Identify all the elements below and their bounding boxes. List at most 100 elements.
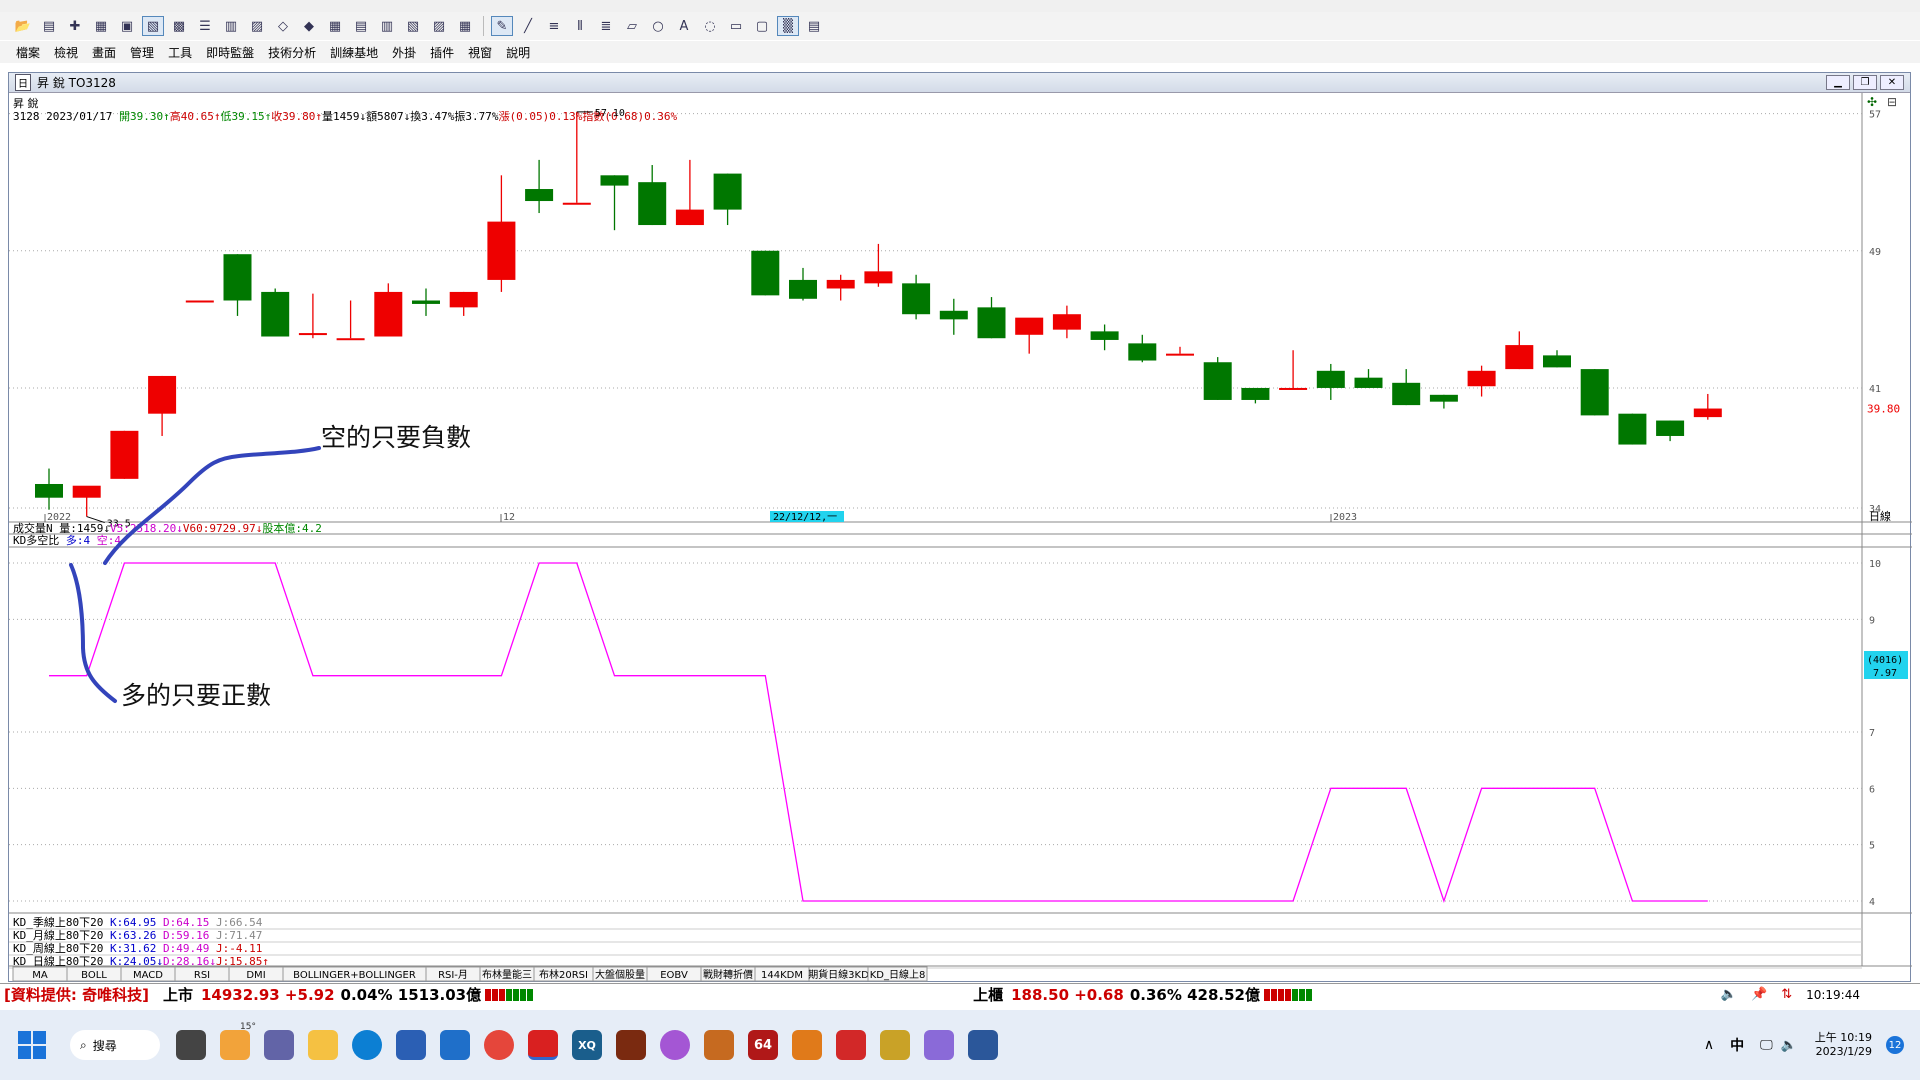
status-bar: [資料提供: 奇唯科技] 上市 14932.93 +5.92 0.04% 151… bbox=[0, 983, 1920, 1005]
toolbar-tool-icon-28[interactable]: ▭ bbox=[725, 16, 747, 36]
teams-icon[interactable] bbox=[264, 1030, 294, 1060]
toolbar-tool-icon-22[interactable]: ⫴ bbox=[569, 16, 591, 36]
trading-app-icon[interactable] bbox=[528, 1030, 558, 1060]
toolbar-tool-icon-17[interactable]: ▦ bbox=[454, 16, 476, 36]
menu-item-0[interactable]: 檔案 bbox=[16, 44, 40, 61]
toolbar-tool-icon-20[interactable]: ╱ bbox=[517, 16, 539, 36]
tray-chevron-icon[interactable]: ∧ bbox=[1704, 1037, 1714, 1053]
candle-body bbox=[977, 307, 1006, 339]
menu-item-6[interactable]: 技術分析 bbox=[268, 44, 316, 61]
toolbar-tool-icon-29[interactable]: ▢ bbox=[751, 16, 773, 36]
store-icon[interactable] bbox=[396, 1030, 426, 1060]
app-icon-orange[interactable] bbox=[704, 1030, 734, 1060]
menu-bar: 檔案 檢視 畫面 管理 工具 即時監盤 技術分析 訓練基地 外掛 插件 視窗 說明 bbox=[0, 41, 1920, 63]
menu-item-1[interactable]: 檢視 bbox=[54, 44, 78, 61]
xq-icon-label: XQ bbox=[578, 1038, 596, 1052]
network-icon[interactable]: 🖵 bbox=[1760, 1038, 1773, 1053]
candle-body bbox=[1467, 370, 1496, 387]
candle-body bbox=[1166, 353, 1194, 356]
notification-count: 12 bbox=[1888, 1039, 1902, 1051]
toolbar-tool-icon-16[interactable]: ▨ bbox=[428, 16, 450, 36]
expand-icon[interactable]: ✣ bbox=[1867, 95, 1877, 109]
toolbar-tool-icon-24[interactable]: ▱ bbox=[621, 16, 643, 36]
chart-canvas[interactable]: 574941341097654昇 銳3128 2023/01/17 開39.30… bbox=[9, 73, 1912, 983]
kd-indicator-line: KD_日線上80下20 K:24.05↓D:28.16↓J:15.85↑ bbox=[13, 954, 269, 968]
app-icon-violet[interactable] bbox=[924, 1030, 954, 1060]
notification-badge[interactable]: 12 bbox=[1886, 1036, 1904, 1054]
toolbar-tool-icon-11[interactable]: ◆ bbox=[298, 16, 320, 36]
candle-body bbox=[1392, 382, 1421, 406]
toolbar-tool-icon-23[interactable]: ≣ bbox=[595, 16, 617, 36]
menu-item-8[interactable]: 外掛 bbox=[392, 44, 416, 61]
toolbar-tool-icon-15[interactable]: ▧ bbox=[402, 16, 424, 36]
toolbar-tool-icon-25[interactable]: ○ bbox=[647, 16, 669, 36]
toolbar-tool-icon-12[interactable]: ▦ bbox=[324, 16, 346, 36]
toolbar-tool-icon-1[interactable]: ▤ bbox=[38, 16, 60, 36]
volume-icon[interactable]: 🔈 bbox=[1781, 1038, 1797, 1053]
sort-icon[interactable]: ⇅ bbox=[1781, 987, 1792, 1002]
app-icon-red[interactable] bbox=[836, 1030, 866, 1060]
task-view-icon[interactable] bbox=[176, 1030, 206, 1060]
menu-item-5[interactable]: 即時監盤 bbox=[206, 44, 254, 61]
toolbar-tool-icon-5[interactable]: ▧ bbox=[142, 16, 164, 36]
toolbar-tool-icon-6[interactable]: ▩ bbox=[168, 16, 190, 36]
candle-body bbox=[1618, 413, 1647, 445]
twse-label: 上市 bbox=[162, 986, 193, 1004]
app-64-icon[interactable]: 64 bbox=[748, 1030, 778, 1060]
chart-window: 日 昇 銳 TO3128 ▁ ❐ ✕ 57 49 41 34 10 9 7 6 5 4 昇 銳 312… bbox=[8, 72, 1912, 983]
annotation-long-text: 多的只要正數 bbox=[121, 681, 272, 710]
indicator-tab-label: BOLL bbox=[81, 970, 107, 981]
toolbar-tool-icon-7[interactable]: ☰ bbox=[194, 16, 216, 36]
chrome-icon[interactable] bbox=[484, 1030, 514, 1060]
ime-indicator[interactable]: 中 bbox=[1730, 1035, 1744, 1055]
panel-icon[interactable]: ⊟ bbox=[1887, 95, 1897, 109]
toolbar-tool-icon-26[interactable]: A bbox=[673, 16, 695, 36]
file-explorer-icon[interactable] bbox=[308, 1030, 338, 1060]
toolbar-tool-icon-19[interactable]: ✎ bbox=[491, 16, 513, 36]
speaker-icon[interactable]: 🔈 bbox=[1721, 987, 1737, 1002]
toolbar-tool-icon-30[interactable]: ▒ bbox=[777, 16, 799, 36]
pin-icon[interactable]: 📌 bbox=[1751, 987, 1767, 1002]
menu-item-3[interactable]: 管理 bbox=[130, 44, 154, 61]
toolbar-tool-icon-4[interactable]: ▣ bbox=[116, 16, 138, 36]
candle-body bbox=[751, 250, 780, 296]
toolbar-tool-icon-21[interactable]: ≡ bbox=[543, 16, 565, 36]
menu-item-11[interactable]: 說明 bbox=[506, 44, 530, 61]
toolbar-tool-icon-27[interactable]: ◌ bbox=[699, 16, 721, 36]
toolbar-tool-icon-31[interactable]: ▤ bbox=[803, 16, 825, 36]
kd-badge-code: (4016) bbox=[1867, 655, 1903, 666]
app-icon-word[interactable] bbox=[968, 1030, 998, 1060]
clock-readout: 10:19:44 bbox=[1806, 987, 1860, 1002]
toolbar-tool-icon-8[interactable]: ▥ bbox=[220, 16, 242, 36]
app-icon-dark[interactable] bbox=[616, 1030, 646, 1060]
indicator-tab-label: DMI bbox=[246, 970, 265, 981]
toolbar-tool-icon-9[interactable]: ▨ bbox=[246, 16, 268, 36]
menu-item-2[interactable]: 畫面 bbox=[92, 44, 116, 61]
otc-label: 上櫃 bbox=[973, 986, 1004, 1004]
weather-icon[interactable]: 15° bbox=[220, 1022, 256, 1060]
app-icon-purple[interactable] bbox=[660, 1030, 690, 1060]
toolbar-tool-icon-14[interactable]: ▥ bbox=[376, 16, 398, 36]
app-icon-gear[interactable] bbox=[792, 1030, 822, 1060]
menu-item-4[interactable]: 工具 bbox=[168, 44, 192, 61]
candle-body bbox=[1241, 387, 1270, 400]
search-box[interactable]: ⌕ 搜尋 bbox=[70, 1030, 160, 1060]
xq-icon[interactable]: XQ bbox=[572, 1030, 602, 1060]
edge-icon[interactable] bbox=[352, 1030, 382, 1060]
candle-body bbox=[1580, 369, 1609, 416]
toolbar-tool-icon-2[interactable]: ✚ bbox=[64, 16, 86, 36]
toolbar-tool-icon-0[interactable]: 📂 bbox=[12, 16, 34, 36]
candle-body bbox=[638, 182, 667, 226]
menu-item-9[interactable]: 插件 bbox=[430, 44, 454, 61]
app-icon-crown[interactable] bbox=[880, 1030, 910, 1060]
mail-icon[interactable] bbox=[440, 1030, 470, 1060]
candle-body bbox=[1128, 343, 1157, 361]
menu-item-10[interactable]: 視窗 bbox=[468, 44, 492, 61]
chart-labels: 574941341097654昇 銳3128 2023/01/17 開39.30… bbox=[12, 95, 1908, 982]
taskbar-clock[interactable]: 上午 10:19 2023/1/29 bbox=[1815, 1031, 1872, 1059]
start-button[interactable] bbox=[18, 1031, 46, 1059]
menu-item-7[interactable]: 訓練基地 bbox=[330, 44, 378, 61]
toolbar-tool-icon-10[interactable]: ◇ bbox=[272, 16, 294, 36]
toolbar-tool-icon-3[interactable]: ▦ bbox=[90, 16, 112, 36]
toolbar-tool-icon-13[interactable]: ▤ bbox=[350, 16, 372, 36]
